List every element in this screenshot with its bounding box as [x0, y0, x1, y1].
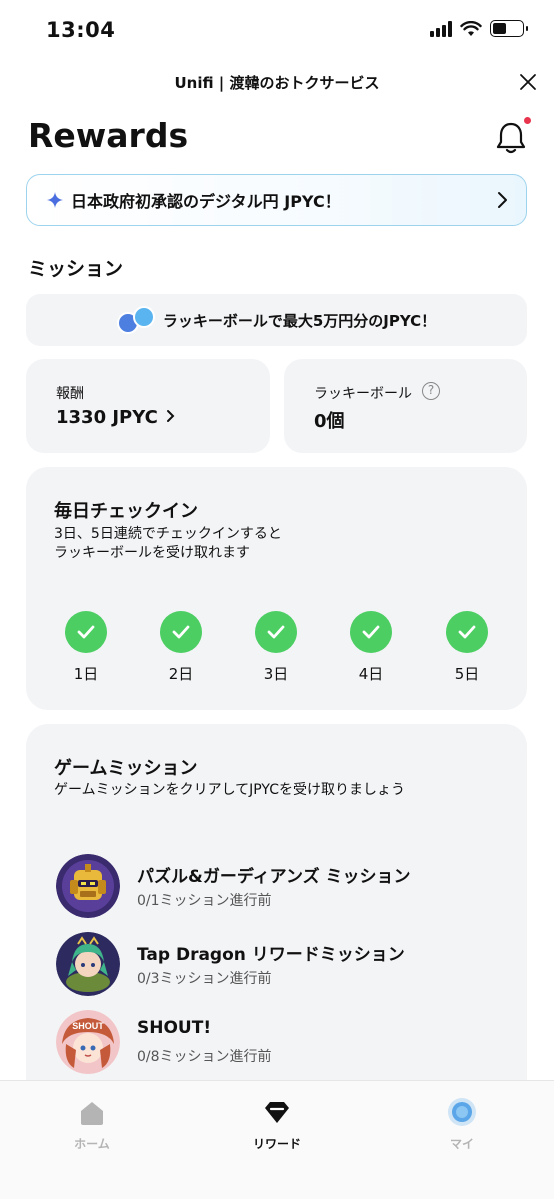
close-icon[interactable]: [518, 72, 538, 92]
game-avatar: [56, 854, 120, 918]
day-label: 5日: [454, 665, 480, 683]
check-icon: [160, 611, 202, 653]
daily-checkin-card: 毎日チェックイン 3日、5日連続でチェックインすると ラッキーボールを受け取れま…: [26, 467, 527, 710]
game-avatar: SHOUT: [56, 1010, 120, 1074]
game-mission-name: Tap Dragon リワードミッション: [137, 945, 405, 965]
lucky-ball-icon: [116, 306, 157, 334]
game-mission-item[interactable]: パズル&ガーディアンズ ミッション 0/1ミッション進行前: [56, 854, 516, 922]
jpyc-promo-banner[interactable]: 日本政府初承認のデジタル円 JPYC！: [26, 174, 527, 226]
app-header: Unifi | 渡韓のおトクサービス: [0, 60, 554, 104]
battery-icon: [490, 20, 528, 37]
game-mission-item[interactable]: SHOUT SHOUT! 0/8ミッション進行前: [56, 1010, 516, 1078]
lucky-ball-count: 0個: [314, 411, 345, 432]
nav-my[interactable]: マイ: [417, 1097, 507, 1152]
reward-label: 報酬: [56, 386, 84, 402]
game-mission-status: 0/3ミッション進行前: [137, 971, 272, 987]
reward-card[interactable]: 報酬 1330 JPYC: [26, 359, 270, 453]
check-icon: [350, 611, 392, 653]
notification-bell-icon[interactable]: [494, 120, 528, 156]
profile-avatar-icon: [448, 1098, 476, 1126]
status-bar: 13:04: [0, 0, 554, 60]
checkin-desc-line2: ラッキーボールを受け取れます: [54, 545, 250, 561]
lucky-ball-banner[interactable]: ラッキーボールで最大5万円分のJPYC！: [26, 294, 527, 346]
notification-dot: [524, 117, 531, 124]
day-label: 1日: [73, 665, 99, 683]
lucky-banner-text: ラッキーボールで最大5万円分のJPYC！: [162, 311, 437, 330]
reward-amount: 1330 JPYC: [56, 407, 158, 428]
nav-my-label: マイ: [449, 1137, 474, 1151]
game-missions-title: ゲームミッション: [54, 758, 198, 779]
chevron-right-icon: [167, 410, 175, 422]
checkin-day: 4日: [341, 611, 401, 684]
checkin-desc-line1: 3日、5日連続でチェックインすると: [54, 526, 282, 542]
shout-avatar-text: SHOUT: [72, 1021, 104, 1031]
game-mission-status: 0/1ミッション進行前: [137, 893, 272, 909]
check-icon: [255, 611, 297, 653]
nav-home-label: ホーム: [74, 1137, 110, 1151]
checkin-day: 3日: [246, 611, 306, 684]
app-title: Unifi | 渡韓のおトクサービス: [174, 74, 380, 92]
game-mission-name: パズル&ガーディアンズ ミッション: [137, 867, 411, 887]
lucky-ball-card[interactable]: ラッキーボール ? 0個: [284, 359, 527, 453]
nav-home[interactable]: ホーム: [47, 1097, 137, 1152]
checkin-day: 2日: [151, 611, 211, 684]
nav-rewards[interactable]: リワード: [232, 1097, 322, 1152]
day-label: 4日: [358, 665, 384, 683]
page-title: Rewards: [28, 116, 189, 155]
game-mission-item[interactable]: Tap Dragon リワードミッション 0/3ミッション進行前: [56, 932, 516, 1000]
missions-section-title: ミッション: [28, 258, 124, 280]
wifi-icon: [460, 20, 482, 36]
sparkle-icon: [47, 192, 63, 208]
reward-value: 1330 JPYC: [56, 407, 176, 428]
game-mission-status: 0/8ミッション進行前: [137, 1049, 272, 1065]
checkin-days: 1日 2日 3日 4日 5日: [26, 611, 527, 691]
bottom-nav: ホーム リワード マイ: [0, 1080, 554, 1199]
nav-rewards-label: リワード: [252, 1137, 301, 1151]
checkin-title: 毎日チェックイン: [54, 501, 198, 522]
help-icon[interactable]: ?: [422, 382, 440, 400]
game-avatar: [56, 932, 120, 996]
diamond-icon: [265, 1102, 289, 1123]
banner-text: 日本政府初承認のデジタル円 JPYC！: [71, 192, 341, 211]
status-icons: [430, 20, 528, 37]
game-missions-card: ゲームミッション ゲームミッションをクリアしてJPYCを受け取りましょう パズル…: [26, 724, 527, 1104]
checkin-day: 5日: [437, 611, 497, 684]
checkin-day: 1日: [56, 611, 116, 684]
day-label: 3日: [263, 665, 289, 683]
check-icon: [65, 611, 107, 653]
game-missions-desc: ゲームミッションをクリアしてJPYCを受け取りましょう: [54, 782, 405, 798]
cellular-signal-icon: [430, 20, 452, 37]
chevron-right-icon: [498, 192, 507, 208]
day-label: 2日: [168, 665, 194, 683]
lucky-ball-label: ラッキーボール: [314, 386, 412, 402]
status-time: 13:04: [46, 18, 116, 42]
check-icon: [446, 611, 488, 653]
game-mission-name: SHOUT!: [137, 1018, 212, 1038]
home-icon: [81, 1102, 103, 1125]
